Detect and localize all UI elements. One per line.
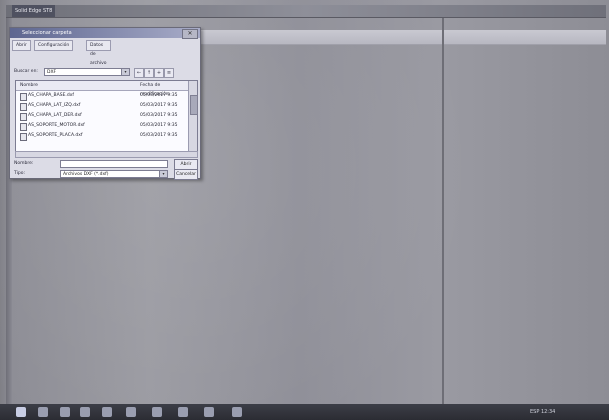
look-in-label: Buscar en: [14, 69, 38, 74]
ribbon-band [200, 30, 606, 45]
dxf-file-icon [20, 93, 27, 101]
tab-settings[interactable]: Configuración [34, 40, 74, 51]
cancel-button[interactable]: Cancelar [174, 169, 198, 180]
filename-label: Nombre: [14, 161, 34, 166]
search-icon[interactable] [38, 407, 48, 417]
system-tray-text[interactable]: ESP 12:34 [530, 407, 555, 417]
chevron-down-icon[interactable]: ▾ [121, 69, 129, 75]
app-title: Solid Edge ST8 [12, 5, 56, 17]
file-name: AS_SOPORTE_MOTOR.dxf [28, 123, 85, 128]
open-file-dialog: Seleccionar carpeta ✕ Abrir Configuració… [9, 27, 201, 180]
file-explorer-icon[interactable] [60, 407, 70, 417]
file-date: 05/03/2017 9:35 [140, 93, 178, 98]
dxf-file-icon [20, 103, 27, 111]
app-icon[interactable] [232, 407, 242, 417]
close-icon[interactable]: ✕ [182, 29, 198, 39]
scrollbar-thumb[interactable] [190, 95, 198, 115]
vertical-scrollbar[interactable] [188, 81, 198, 151]
file-date: 05/03/2017 9:35 [140, 103, 178, 108]
horizontal-scrollbar[interactable] [15, 151, 198, 158]
list-item[interactable]: AS_CHAPA_LAT_DER.dxf 05/03/2017 9:35 [16, 111, 189, 121]
tab-open[interactable]: Abrir [12, 40, 31, 51]
store-icon[interactable] [102, 407, 112, 417]
file-date: 05/03/2017 9:35 [140, 133, 178, 138]
filetype-value: Archivos DXF (*.dxf) [63, 172, 109, 177]
app-icon[interactable] [204, 407, 214, 417]
windows-start-icon[interactable] [16, 407, 26, 417]
solid-edge-icon[interactable] [152, 407, 162, 417]
app-icon[interactable] [178, 407, 188, 417]
column-date[interactable]: Fecha de modificación [140, 81, 189, 97]
desktop-background: Solid Edge ST8 Seleccionar carpeta ✕ Abr… [0, 0, 609, 420]
look-in-value: DXF [47, 70, 57, 75]
filename-input[interactable] [60, 160, 168, 168]
browser-icon[interactable] [80, 407, 90, 417]
filetype-label: Tipo: [14, 171, 25, 176]
dialog-titlebar[interactable]: Seleccionar carpeta ✕ [10, 28, 200, 39]
window-divider[interactable] [442, 18, 444, 404]
app-titlebar: Solid Edge ST8 [6, 5, 606, 18]
chevron-down-icon[interactable]: ▾ [159, 171, 167, 177]
list-item[interactable]: AS_CHAPA_BASE.dxf 05/03/2017 9:35 [16, 91, 189, 101]
file-date: 05/03/2017 9:35 [140, 123, 178, 128]
dxf-file-icon [20, 123, 27, 131]
tab-file-data[interactable]: Datos de archivo [86, 40, 111, 66]
filetype-select[interactable]: Archivos DXF (*.dxf) ▾ [60, 170, 168, 178]
dxf-file-icon [20, 113, 27, 121]
file-name: AS_CHAPA_LAT_DER.dxf [28, 113, 82, 118]
file-list: Nombre Fecha de modificación AS_CHAPA_BA… [15, 80, 198, 152]
new-folder-icon[interactable]: + [154, 68, 164, 78]
column-name[interactable]: Nombre [20, 81, 38, 90]
dialog-title: Seleccionar carpeta [22, 30, 72, 36]
list-item[interactable]: AS_CHAPA_LAT_IZQ.dxf 05/03/2017 9:35 [16, 101, 189, 111]
mail-icon[interactable] [126, 407, 136, 417]
file-list-header: Nombre Fecha de modificación [16, 81, 189, 97]
file-name: AS_SOPORTE_PLACA.dxf [28, 133, 83, 138]
dxf-file-icon [20, 133, 27, 141]
file-date: 05/03/2017 9:35 [140, 113, 178, 118]
list-item[interactable]: AS_SOPORTE_MOTOR.dxf 05/03/2017 9:35 [16, 121, 189, 131]
back-icon[interactable]: ← [134, 68, 144, 78]
list-item[interactable]: AS_SOPORTE_PLACA.dxf 05/03/2017 9:35 [16, 131, 189, 141]
file-name: AS_CHAPA_BASE.dxf [28, 93, 74, 98]
up-folder-icon[interactable]: ↑ [144, 68, 154, 78]
look-in-select[interactable]: DXF ▾ [44, 68, 130, 76]
file-name: AS_CHAPA_LAT_IZQ.dxf [28, 103, 81, 108]
taskbar: ESP 12:34 [0, 404, 609, 420]
view-menu-icon[interactable]: ≡ [164, 68, 174, 78]
